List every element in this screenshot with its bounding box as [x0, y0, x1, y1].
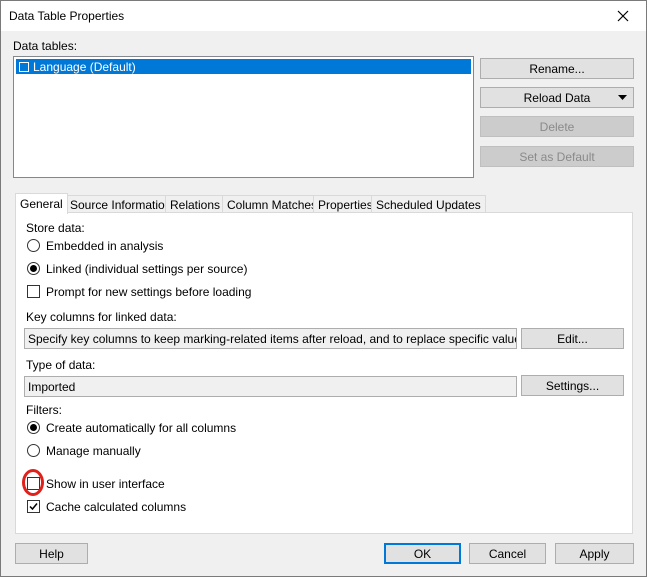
ok-button[interactable]: OK [384, 543, 461, 564]
rename-button[interactable]: Rename... [480, 58, 634, 79]
prompt-label[interactable]: Prompt for new settings before loading [46, 285, 251, 299]
create-automatically-radio[interactable] [27, 421, 40, 434]
create-automatically-label[interactable]: Create automatically for all columns [46, 421, 236, 435]
embedded-radio[interactable] [27, 239, 40, 252]
type-of-data-label: Type of data: [26, 358, 96, 372]
reload-data-button[interactable]: Reload Data [480, 87, 634, 108]
cancel-button[interactable]: Cancel [469, 543, 546, 564]
data-tables-list[interactable]: Language (Default) [13, 56, 474, 178]
help-button[interactable]: Help [15, 543, 88, 564]
close-icon [617, 10, 629, 22]
type-of-data-field: Imported [24, 376, 517, 397]
manage-manually-label[interactable]: Manage manually [46, 444, 141, 458]
tab-general[interactable]: General [15, 193, 68, 214]
show-in-ui-label[interactable]: Show in user interface [46, 477, 165, 491]
cache-calculated-checkbox[interactable] [27, 500, 40, 513]
checkmark-icon [29, 503, 38, 511]
highlight-circle [22, 469, 44, 496]
dropdown-arrow-icon [618, 95, 627, 100]
delete-button[interactable]: Delete [480, 116, 634, 137]
linked-label[interactable]: Linked (individual settings per source) [46, 262, 247, 276]
window-title: Data Table Properties [9, 9, 125, 23]
linked-radio[interactable] [27, 262, 40, 275]
apply-button[interactable]: Apply [555, 543, 634, 564]
table-icon [19, 61, 29, 72]
edit-button[interactable]: Edit... [521, 328, 624, 349]
dialog-window: Data Table Properties Data tables: Langu… [0, 0, 647, 577]
embedded-label[interactable]: Embedded in analysis [46, 239, 163, 253]
prompt-checkbox[interactable] [27, 285, 40, 298]
list-item[interactable]: Language (Default) [16, 59, 471, 74]
filters-label: Filters: [26, 403, 62, 417]
data-tables-label: Data tables: [13, 39, 78, 53]
list-item-label: Language (Default) [33, 59, 136, 74]
store-data-label: Store data: [26, 221, 85, 235]
reload-data-label: Reload Data [523, 90, 591, 105]
key-columns-field: Specify key columns to keep marking-rela… [24, 328, 517, 349]
cache-calculated-label[interactable]: Cache calculated columns [46, 500, 186, 514]
set-as-default-button[interactable]: Set as Default [480, 146, 634, 167]
close-button[interactable] [600, 1, 646, 31]
title-bar: Data Table Properties [1, 1, 646, 31]
key-columns-label: Key columns for linked data: [26, 310, 177, 324]
manage-manually-radio[interactable] [27, 444, 40, 457]
settings-button[interactable]: Settings... [521, 375, 624, 396]
